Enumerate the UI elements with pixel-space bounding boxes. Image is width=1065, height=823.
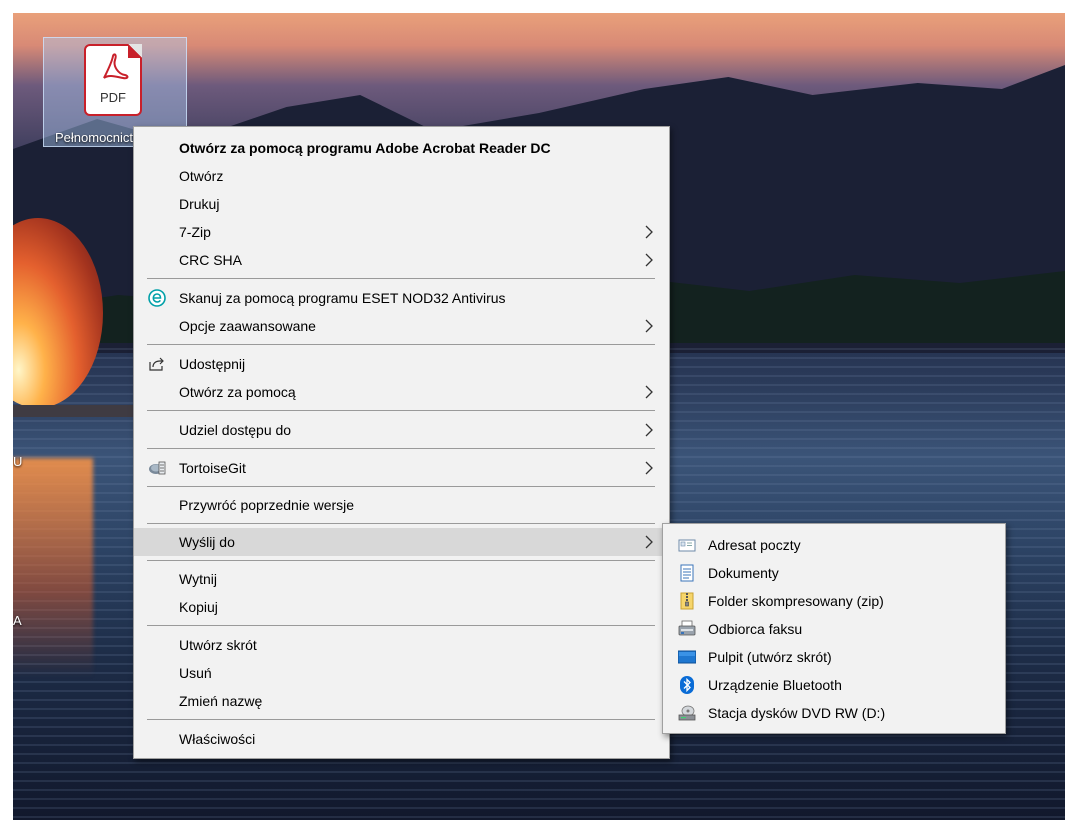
menu-item-label: Opcje zaawansowane [179,318,316,334]
chevron-right-icon [645,535,653,549]
submenu-item-label: Pulpit (utwórz skrót) [708,649,832,665]
submenu-item-documents[interactable]: Dokumenty [663,559,1005,587]
submenu-item-zip-folder[interactable]: Folder skompresowany (zip) [663,587,1005,615]
screenshot-frame: U A PDF Pełnomocnictwo Otwórz za pomocą … [0,0,1065,823]
submenu-item-label: Dokumenty [708,565,779,581]
offscreen-icon-label: U [13,454,23,469]
menu-item-open-with-acrobat[interactable]: Otwórz za pomocą programu Adobe Acrobat … [134,134,669,162]
menu-item-crc-sha[interactable]: CRC SHA [134,246,669,274]
menu-item-label: Otwórz za pomocą [179,384,296,400]
pdf-file-icon: PDF [84,44,142,116]
menu-item-advanced-options[interactable]: Opcje zaawansowane [134,312,669,340]
submenu-item-label: Odbiorca faksu [708,621,803,637]
menu-separator [147,448,655,449]
fax-icon [678,620,696,636]
eset-icon [148,289,166,307]
menu-item-label: TortoiseGit [179,460,246,476]
menu-item-open-with[interactable]: Otwórz za pomocą [134,378,669,406]
menu-item-label: Kopiuj [179,599,218,615]
submenu-item-label: Urządzenie Bluetooth [708,677,842,693]
menu-item-label: Udostępnij [179,356,246,372]
wallpaper-lantern-reflection [13,458,93,678]
menu-item-label: Zmień nazwę [179,693,263,709]
menu-item-open[interactable]: Otwórz [134,162,669,190]
menu-item-cut[interactable]: Wytnij [134,565,669,593]
menu-item-send-to[interactable]: Wyślij do [134,528,669,556]
submenu-item-mail-recipient[interactable]: Adresat poczty [663,531,1005,559]
menu-separator [147,344,655,345]
context-menu: Otwórz za pomocą programu Adobe Acrobat … [133,126,670,759]
menu-item-label: Utwórz skrót [179,637,257,653]
pdf-type-text: PDF [100,90,126,105]
menu-separator [147,719,655,720]
send-to-submenu: Adresat poczty Dokumenty Folder skompres… [662,523,1006,734]
menu-item-tortoisegit[interactable]: TortoiseGit [134,454,669,482]
menu-item-label: Skanuj za pomocą programu ESET NOD32 Ant… [179,290,506,306]
menu-item-label: Udziel dostępu do [179,422,292,438]
documents-icon [680,564,694,582]
zip-folder-icon [680,592,694,610]
tortoisegit-icon [149,461,166,475]
menu-separator [147,486,655,487]
share-icon [149,357,164,371]
submenu-item-desktop-shortcut[interactable]: Pulpit (utwórz skrót) [663,643,1005,671]
menu-item-create-shortcut[interactable]: Utwórz skrót [134,631,669,659]
chevron-right-icon [645,225,653,239]
chevron-right-icon [645,461,653,475]
menu-item-label: CRC SHA [179,252,243,268]
menu-item-copy[interactable]: Kopiuj [134,593,669,621]
menu-separator [147,560,655,561]
offscreen-icon-label: A [13,613,22,628]
menu-item-label: Właściwości [179,731,256,747]
mail-recipient-icon [678,539,696,552]
menu-separator [147,523,655,524]
menu-item-eset-scan[interactable]: Skanuj za pomocą programu ESET NOD32 Ant… [134,284,669,312]
chevron-right-icon [645,319,653,333]
bluetooth-icon [680,676,694,694]
menu-item-label: Drukuj [179,196,220,212]
submenu-item-label: Stacja dysków DVD RW (D:) [708,705,886,721]
desktop-icon [678,650,696,664]
menu-item-properties[interactable]: Właściwości [134,725,669,753]
submenu-item-bluetooth-device[interactable]: Urządzenie Bluetooth [663,671,1005,699]
menu-item-share[interactable]: Udostępnij [134,350,669,378]
menu-item-print[interactable]: Drukuj [134,190,669,218]
chevron-right-icon [645,423,653,437]
menu-item-label: 7-Zip [179,224,211,240]
menu-item-label: Wyślij do [179,534,235,550]
chevron-right-icon [645,253,653,267]
menu-item-give-access[interactable]: Udziel dostępu do [134,416,669,444]
menu-item-label: Otwórz za pomocą programu Adobe Acrobat … [179,140,551,156]
dvd-drive-icon [678,705,696,721]
menu-item-label: Wytnij [179,571,217,587]
chevron-right-icon [645,385,653,399]
submenu-item-label: Folder skompresowany (zip) [708,593,884,609]
acrobat-logo-icon [103,53,129,80]
menu-item-label: Otwórz [179,168,224,184]
submenu-item-label: Adresat poczty [708,537,801,553]
submenu-item-fax-recipient[interactable]: Odbiorca faksu [663,615,1005,643]
menu-item-label: Przywróć poprzednie wersje [179,497,355,513]
wallpaper-pier [13,405,153,417]
menu-separator [147,410,655,411]
menu-item-restore-previous-versions[interactable]: Przywróć poprzednie wersje [134,491,669,519]
menu-item-rename[interactable]: Zmień nazwę [134,687,669,715]
menu-item-label: Usuń [179,665,212,681]
menu-item-7zip[interactable]: 7-Zip [134,218,669,246]
menu-item-delete[interactable]: Usuń [134,659,669,687]
menu-separator [147,278,655,279]
menu-separator [147,625,655,626]
submenu-item-dvd-drive[interactable]: Stacja dysków DVD RW (D:) [663,699,1005,727]
